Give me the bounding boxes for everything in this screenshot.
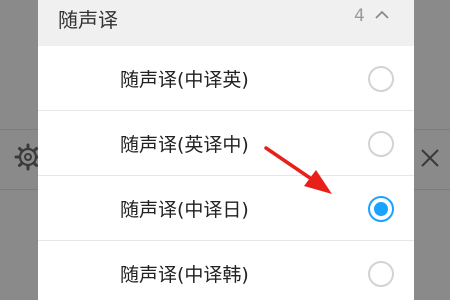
sheet-title: 随声译 (58, 8, 118, 32)
option-en-zh[interactable]: 随声译(英译中) (38, 112, 414, 176)
option-zh-en[interactable]: 随声译(中译英) (38, 47, 414, 111)
option-label: 随声译(英译中) (120, 134, 249, 156)
radio-button[interactable] (368, 131, 394, 157)
option-label: 随声译(中译日) (120, 199, 249, 221)
option-count: 4 (354, 6, 365, 26)
radio-button[interactable] (368, 261, 394, 287)
option-zh-ja[interactable]: 随声译(中译日) (38, 177, 414, 241)
translation-mode-sheet: 随声译 4 随声译(中译英) 随声译(英译中) 随声译(中译日) 随声译(中译韩… (38, 0, 414, 300)
option-label: 随声译(中译英) (120, 69, 249, 91)
chevron-up-icon[interactable] (374, 8, 390, 22)
sheet-header[interactable]: 随声译 4 (38, 0, 414, 46)
option-label: 随声译(中译韩) (120, 264, 249, 286)
radio-button[interactable] (368, 66, 394, 92)
option-zh-ko[interactable]: 随声译(中译韩) (38, 242, 414, 300)
radio-button-selected[interactable] (368, 196, 394, 222)
close-icon[interactable] (420, 148, 440, 168)
